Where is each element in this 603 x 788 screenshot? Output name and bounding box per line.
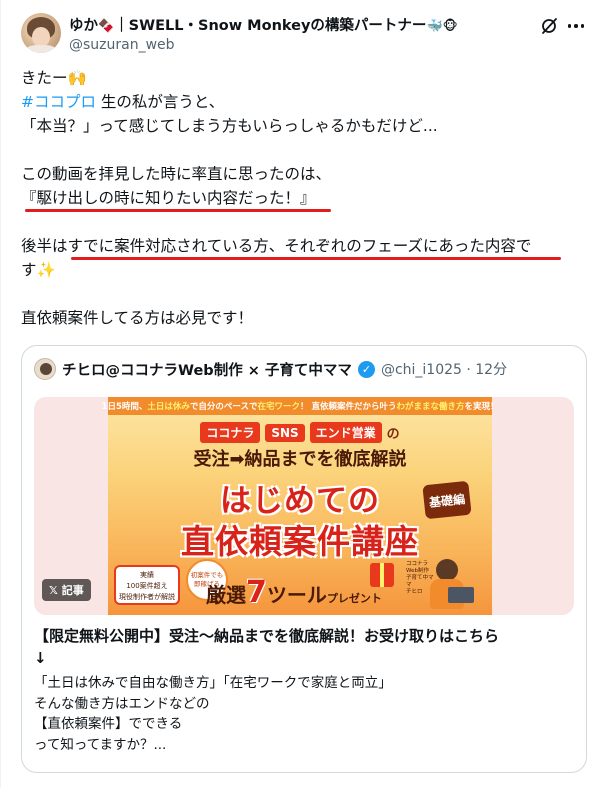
red-underline xyxy=(71,257,561,260)
tweet-line: きたー🙌 xyxy=(21,69,87,87)
description-line: そんな働き方はエンドなどの xyxy=(34,695,210,712)
author-avatar[interactable] xyxy=(21,13,61,53)
tweet-line: 直依頼案件してる方は必見です！ xyxy=(21,309,254,327)
banner-chips: ココナラ SNS エンド営業 の xyxy=(108,422,492,443)
banner-chip: エンド営業 xyxy=(309,422,382,443)
tweet-post: ゆか🍫｜SWELL・Snow Monkeyの構築パートナー🐳🐵 @suzuran… xyxy=(0,0,603,788)
tweet-line-highlight: 後半はすでに案件対応されている方、それぞれのフェーズにあった内容で xyxy=(21,237,532,255)
quoted-display-name[interactable]: チヒロ@ココナラWeb制作 × 子育て中ママ xyxy=(62,359,352,380)
tweet-line: 「本当？」って感じてしまう方もいらっしゃるかもだけど... xyxy=(21,117,438,135)
more-icon[interactable] xyxy=(566,16,586,36)
banner-graphic: 1日5時間、 土日は休み で自分のペースで 在宅ワーク！ 直依頼案件だから叶う わがまま… xyxy=(102,397,498,615)
banner-present-text: 厳選7ツールプレゼント xyxy=(206,575,382,610)
description-line: 「土日は休みで自由な働き方」「在宅ワークで家庭と両立」 xyxy=(34,675,392,691)
banner-achievement-badge: 実績 100案件超え 現役制作者が解説 xyxy=(114,565,180,605)
quoted-header: チヒロ@ココナラWeb制作 × 子育て中ママ ✓ @chi_i1025 · 12… xyxy=(34,357,507,381)
author-name-row[interactable]: ゆか🍫｜SWELL・Snow Monkeyの構築パートナー🐳🐵 xyxy=(69,14,458,34)
tweet-text: きたー🙌 #ココプロ 生の私が言うと、 「本当？」って感じてしまう方もいらっしゃ… xyxy=(21,66,591,330)
red-underline xyxy=(25,209,331,212)
character-illustration xyxy=(422,555,478,611)
quoted-handle-time[interactable]: @chi_i1025 · 12分 xyxy=(381,359,507,379)
grok-icon[interactable] xyxy=(540,17,558,35)
banner-chip: SNS xyxy=(265,423,305,442)
hashtag-link[interactable]: #ココプロ xyxy=(21,93,96,111)
banner-chip: ココナラ xyxy=(200,422,261,443)
banner-kiso-badge: 基礎編 xyxy=(422,480,472,520)
quoted-post[interactable]: チヒロ@ココナラWeb制作 × 子育て中ママ ✓ @chi_i1025 · 12… xyxy=(21,345,587,773)
banner-top-strip: 1日5時間、 土日は休み で自分のペースで 在宅ワーク！ 直依頼案件だから叶う わがまま… xyxy=(102,397,498,415)
gift-icon xyxy=(370,563,394,587)
article-cover-image[interactable]: 1日5時間、 土日は休み で自分のペースで 在宅ワーク！ 直依頼案件だから叶う わがまま… xyxy=(34,397,574,615)
description-line: 【直依頼案件】でできる xyxy=(34,716,183,732)
banner-subtitle: 受注➡納品までを徹底解説 xyxy=(193,449,407,470)
article-title[interactable]: 【限定無料公開中】受注〜納品までを徹底解説！お受け取りはこちら ↓ xyxy=(34,625,579,669)
tweet-line: す✨ xyxy=(21,261,56,279)
author-handle[interactable]: @suzuran_web xyxy=(69,37,175,53)
verified-badge-icon: ✓ xyxy=(357,360,375,378)
tweet-line-highlight: 『駆け出しの時に知りたい内容だった！』 xyxy=(21,189,316,207)
tweet-line: この動画を拝見した時に率直に思ったのは、 xyxy=(21,165,332,183)
article-description: 「土日は休みで自由な働き方」「在宅ワークで家庭と両立」 そんな働き方はエンドなど… xyxy=(34,673,579,755)
quoted-avatar[interactable] xyxy=(34,358,56,380)
description-line: って知ってますか？... xyxy=(34,736,167,753)
author-display-name[interactable]: ゆか🍫｜SWELL・Snow Monkeyの構築パートナー🐳🐵 xyxy=(69,14,458,35)
tweet-line: #ココプロ 生の私が言うと、 xyxy=(21,93,225,111)
article-badge: 𝕏 記事 xyxy=(42,579,91,601)
